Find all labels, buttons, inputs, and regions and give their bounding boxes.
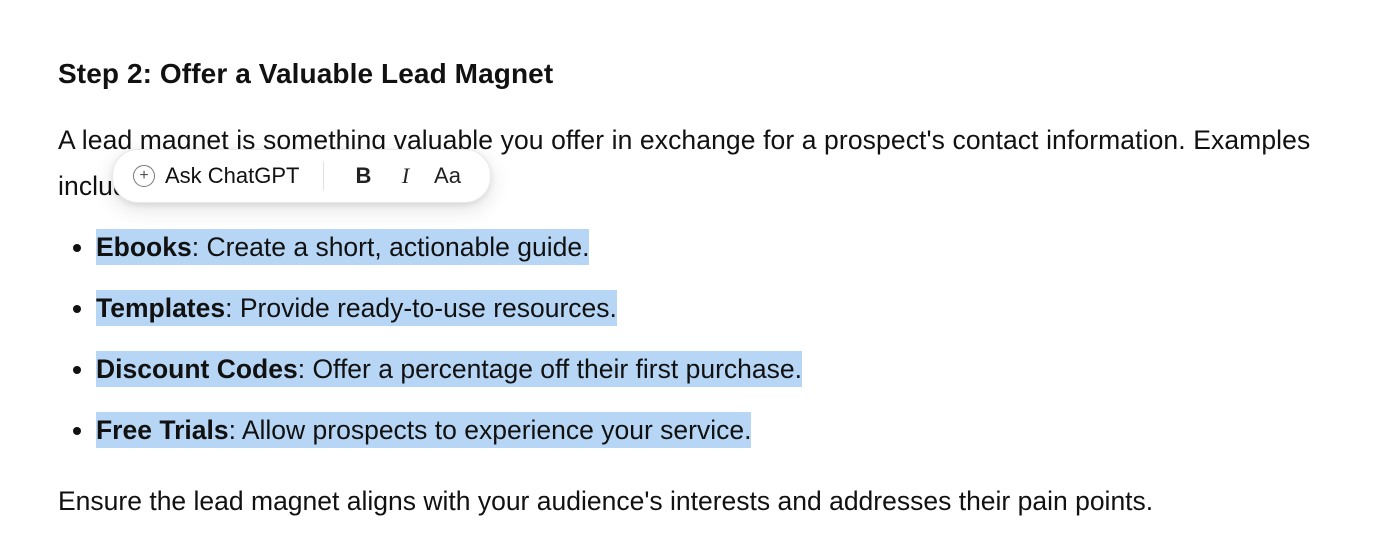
document-page: Step 2: Offer a Valuable Lead Magnet A l… <box>0 0 1400 525</box>
list-item-desc: : Create a short, actionable guide. <box>192 232 590 262</box>
selection-toolbar: + Ask ChatGPT B I Aa <box>112 149 491 203</box>
list-item: Templates: Provide ready-to-use resource… <box>96 288 1342 329</box>
list-item-desc: : Offer a percentage off their first pur… <box>298 354 802 384</box>
text-style-button[interactable]: Aa <box>426 163 468 189</box>
ask-chatgpt-button[interactable]: + Ask ChatGPT <box>127 163 305 189</box>
list-item-desc: : Allow prospects to experience your ser… <box>229 415 752 445</box>
toolbar-divider <box>323 161 324 191</box>
step-heading: Step 2: Offer a Valuable Lead Magnet <box>58 58 1342 90</box>
plus-circle-icon: + <box>133 165 155 187</box>
list-item: Ebooks: Create a short, actionable guide… <box>96 227 1342 268</box>
ask-chatgpt-label: Ask ChatGPT <box>165 163 299 189</box>
lead-magnet-list: Ebooks: Create a short, actionable guide… <box>58 227 1342 451</box>
list-item-desc: : Provide ready-to-use resources. <box>225 293 617 323</box>
list-item: Free Trials: Allow prospects to experien… <box>96 410 1342 451</box>
list-item: Discount Codes: Offer a percentage off t… <box>96 349 1342 390</box>
list-item-term: Discount Codes <box>96 354 298 384</box>
italic-button[interactable]: I <box>384 163 426 189</box>
bold-button[interactable]: B <box>342 163 384 189</box>
list-item-term: Templates <box>96 293 225 323</box>
list-item-term: Ebooks <box>96 232 192 262</box>
outro-paragraph: Ensure the lead magnet aligns with your … <box>58 479 1342 525</box>
list-item-term: Free Trials <box>96 415 229 445</box>
